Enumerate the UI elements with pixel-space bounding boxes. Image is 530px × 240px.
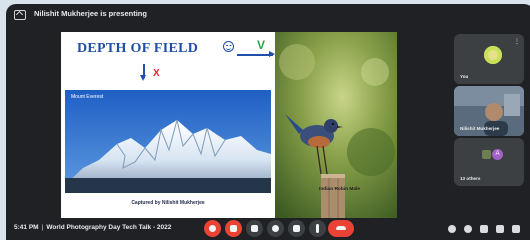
more-vert-icon [316,224,319,233]
captions-button[interactable] [246,220,263,237]
photo-caption: Captured by Nilishit Mukherjee [131,200,205,206]
presenting-bar: Nilishit Mukherjee is presenting [6,4,530,26]
bird-photo: Indian Robin Male [275,32,397,218]
slide-title: DEPTH OF FIELD [77,41,199,56]
info-icon[interactable] [448,225,456,233]
shared-slide: DEPTH OF FIELD V X Mount Everest Capture… [61,32,397,218]
participant-thumbnail [482,150,491,159]
meeting-title: World Photography Day Tech Talk - 2022 [46,224,172,231]
end-call-button[interactable] [328,220,354,237]
present-icon [293,225,300,232]
bird-label: Indian Robin Male [319,187,361,192]
bottom-bar: 5:41 PM | World Photography Day Tech Talk … [6,218,530,240]
people-icon[interactable] [464,225,472,233]
mic-off-button[interactable] [204,220,221,237]
arrow-right-icon [237,51,275,57]
participant-tile-presenter[interactable]: Nilishit Mukherjee [454,86,524,136]
captions-icon [251,225,258,232]
smiley-icon [223,41,234,52]
check-mark: V [257,38,266,52]
mountain-photo: Mount Everest [65,90,271,193]
cross-mark: X [153,68,160,79]
chat-icon[interactable] [480,225,488,233]
mountain-label: Mount Everest [71,94,104,100]
avatar [484,46,502,64]
hand-icon [272,225,279,232]
presenting-banner: Nilishit Mukherjee is presenting [34,9,147,18]
participant-name: You [460,74,469,79]
phone-hangup-icon [336,226,346,230]
camera-off-button[interactable] [225,220,242,237]
separator: | [41,224,44,231]
raise-hand-button[interactable] [267,220,284,237]
mic-off-icon [209,225,216,232]
meeting-info: 5:41 PM | World Photography Day Tech Talk … [14,224,171,231]
host-controls-icon[interactable] [512,225,520,233]
activities-icon[interactable] [496,225,504,233]
participant-name: Nilishit Mukherjee [460,126,500,131]
participant-name: 13 others [460,176,481,181]
meet-window: Nilishit Mukherjee is presenting DEPTH O… [6,4,530,240]
present-button[interactable] [288,220,305,237]
participant-tile-others[interactable]: A 13 others [454,138,524,186]
presenting-icon [14,10,26,20]
meeting-time: 5:41 PM [14,224,39,231]
arrow-down-icon [140,64,146,81]
more-options-button[interactable] [309,220,326,237]
avatar: A [492,149,503,160]
more-options-icon[interactable]: ⋮ [514,38,520,45]
camera-off-icon [230,225,237,232]
participant-tile-you[interactable]: ⋮ You [454,34,524,84]
